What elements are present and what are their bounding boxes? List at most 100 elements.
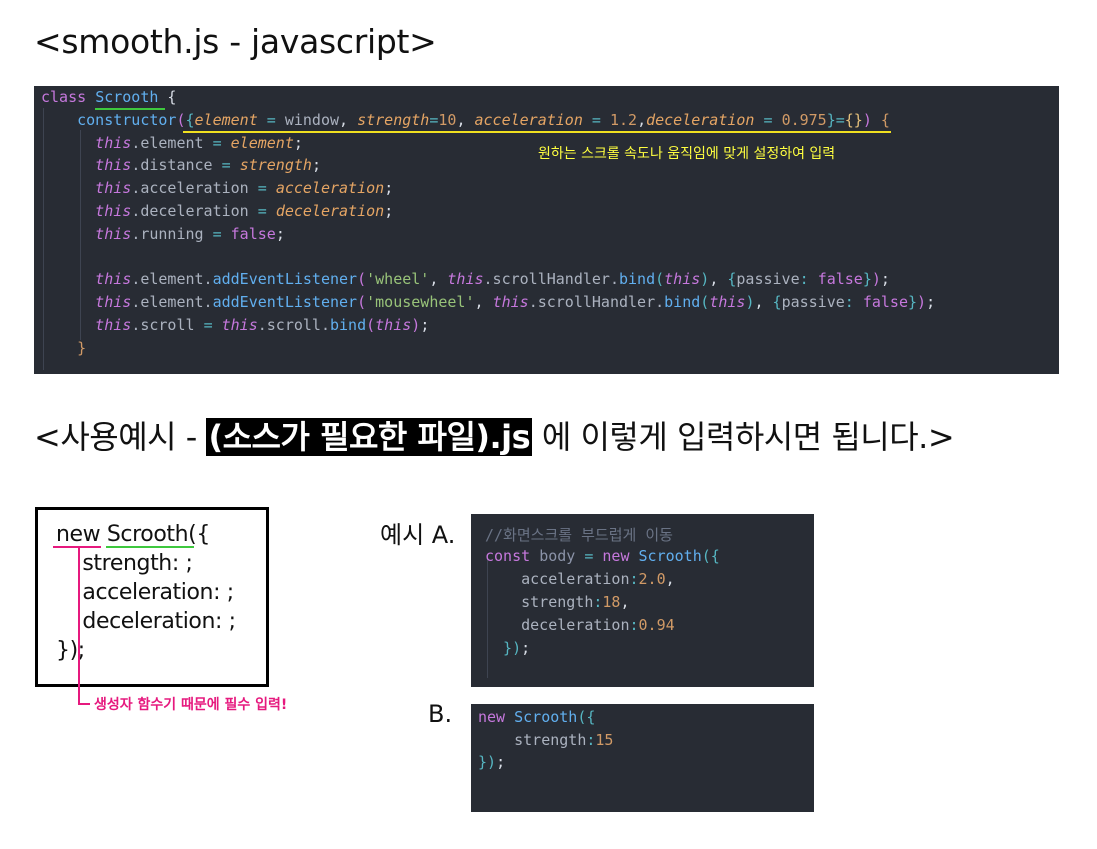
code-token: false [862, 293, 908, 312]
code-token: = [257, 110, 285, 129]
code-line: this.element.addEventListener('mousewhee… [41, 293, 935, 311]
code-token: }) [478, 753, 497, 771]
code-token: 2.0 [638, 570, 666, 588]
code-token: acceleration [485, 570, 630, 588]
code-token: ; [384, 179, 394, 198]
code-token: , [474, 293, 493, 312]
code-token: false [817, 270, 863, 289]
code-token: passive [736, 270, 800, 289]
code-token: .element. [131, 270, 213, 289]
constructor-params-underline [183, 131, 891, 133]
code-token: addEventListener [212, 293, 358, 312]
code-token: ({ [701, 547, 720, 565]
code-token: ; [420, 316, 430, 334]
code-token: this [41, 224, 132, 243]
code-line: this.acceleration = acceleration; [41, 179, 393, 197]
code-token: this [41, 293, 132, 312]
code-token: : [844, 293, 863, 312]
code-line: }); [485, 639, 530, 657]
code-token: element [230, 133, 294, 152]
code-token: = [257, 179, 276, 198]
code-token: } [862, 270, 872, 289]
code-token: = [221, 156, 240, 175]
code-line: } [41, 339, 86, 357]
code-line: const body = new Scrooth({ [485, 547, 720, 565]
code-token: class [41, 88, 96, 106]
code-token: this [221, 316, 258, 334]
code-token: 15 [595, 730, 614, 749]
box-line: new Scrooth({ [56, 522, 210, 547]
code-token: { [185, 110, 195, 129]
code-token: 'mousewheel' [366, 293, 475, 312]
code-token: this [41, 179, 132, 198]
code-line: new Scrooth({ [478, 708, 595, 726]
code-token: deceleration [646, 110, 755, 129]
code-token: , [637, 110, 647, 129]
code-token: , [620, 593, 630, 611]
code-token: const [485, 547, 540, 565]
code-token: addEventListener [212, 270, 358, 289]
code-token: this [375, 316, 412, 334]
code-token: ( [357, 293, 367, 312]
box-line: }); [56, 638, 85, 663]
example-a-code: //화면스크롤 부드럽게 이동 const body = new Scrooth(… [471, 514, 814, 687]
code-token: .deceleration [131, 202, 258, 220]
code-line: constructor({element = window, strength=… [41, 111, 890, 129]
code-token: , [339, 110, 358, 129]
example-a-label: 예시 A. [380, 521, 456, 549]
code-token: ; [311, 156, 321, 175]
code-token: 0.94 [638, 616, 675, 634]
code-token: .element [131, 133, 213, 152]
code-token: ) [862, 110, 872, 129]
pink-connector-vertical [78, 548, 80, 705]
code-token: ( [357, 270, 367, 289]
code-token: = [257, 202, 276, 220]
code-token: 1.2 [609, 110, 638, 129]
constructor-template-box: new Scrooth({ strength: ; acceleration: … [35, 507, 269, 687]
code-token: .scroll [131, 316, 204, 334]
code-token: ; [384, 202, 394, 220]
code-line: this.running = false; [41, 225, 285, 243]
code-token: this [41, 316, 132, 334]
code-token: ) [700, 270, 710, 289]
code-line: this.element = element; [41, 134, 303, 152]
code-token: } [41, 338, 87, 357]
code-token: strength [478, 730, 587, 749]
code-token: .running [131, 224, 213, 243]
code-token: Scrooth [514, 708, 578, 726]
code-token: ; [275, 224, 285, 243]
code-token: constructor [41, 110, 177, 129]
scrooth-box-underline [106, 546, 194, 548]
code-token: ; [521, 639, 531, 657]
code-token: { [772, 293, 782, 312]
code-token: bind [664, 293, 701, 312]
code-token: new [478, 708, 515, 726]
box-line: acceleration: ; [56, 580, 234, 605]
code-token: .scrollHandler. [528, 293, 665, 312]
code-token: ( [655, 270, 665, 289]
code-token: body [539, 547, 585, 565]
code-token: .scrollHandler. [483, 270, 619, 289]
code-token: = [212, 224, 231, 243]
code-token: = [754, 110, 782, 129]
new-underline [53, 546, 101, 548]
code-token: new [602, 547, 639, 565]
code-token: ; [880, 270, 890, 289]
scrooth-underline [95, 108, 165, 110]
usage-heading: <사용예시 - (소스가 필요한 파일).js 에 이렇게 입력하시면 됩니다.… [34, 412, 955, 458]
code-token: bind [330, 316, 367, 334]
code-token: false [230, 224, 276, 243]
usage-heading-suffix: 에 이렇게 입력하시면 됩니다.> [532, 418, 955, 456]
code-token: { [871, 110, 890, 129]
code-token: this [41, 133, 132, 152]
code-token: .acceleration [131, 179, 258, 198]
code-token: strength [357, 110, 430, 129]
example-b-code: new Scrooth({ strength:15}); [471, 704, 814, 812]
code-token: : [629, 616, 639, 634]
code-token: ) [871, 270, 881, 289]
box-line: deceleration: ; [56, 609, 236, 634]
code-token: ( [366, 316, 376, 334]
code-token: acceleration [275, 179, 385, 198]
code-token: {} [844, 110, 863, 129]
code-token: passive [781, 293, 845, 312]
